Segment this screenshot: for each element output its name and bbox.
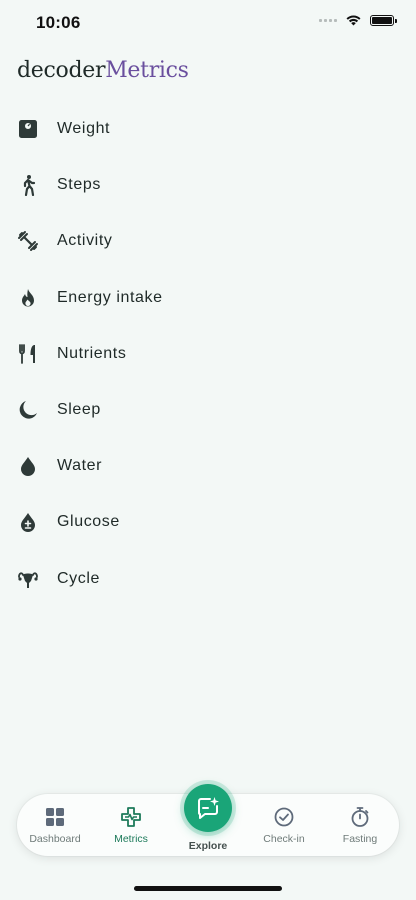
battery-icon bbox=[370, 14, 397, 26]
metric-label: Water bbox=[57, 457, 103, 475]
metric-item-water[interactable]: Water bbox=[0, 438, 416, 494]
cellular-signal-icon bbox=[319, 18, 337, 22]
tab-metrics[interactable]: Metrics bbox=[93, 794, 169, 856]
health-cross-icon bbox=[120, 806, 142, 828]
status-time: 10:06 bbox=[36, 13, 81, 32]
check-circle-icon bbox=[273, 806, 295, 828]
metric-label: Steps bbox=[57, 176, 101, 194]
dumbbell-icon bbox=[17, 230, 39, 252]
tab-check-in[interactable]: Check-in bbox=[246, 794, 322, 856]
scale-icon bbox=[17, 118, 39, 140]
metric-item-activity[interactable]: Activity bbox=[0, 213, 416, 269]
metric-list: Weight Steps Activity Energy intake Nutr… bbox=[0, 101, 416, 607]
chat-sparkle-icon bbox=[198, 797, 219, 819]
metric-item-glucose[interactable]: Glucose bbox=[0, 494, 416, 550]
app-logo: decoderMetrics bbox=[17, 58, 189, 83]
metric-label: Cycle bbox=[57, 569, 101, 587]
metric-label: Energy intake bbox=[57, 288, 163, 306]
tab-label: Metrics bbox=[114, 833, 148, 845]
metric-label: Glucose bbox=[57, 513, 120, 531]
metric-label: Sleep bbox=[57, 401, 101, 419]
stopwatch-icon bbox=[349, 806, 371, 828]
metric-label: Activity bbox=[57, 232, 113, 250]
water-drop-icon bbox=[17, 455, 39, 477]
metric-item-sleep[interactable]: Sleep bbox=[0, 382, 416, 438]
flame-icon bbox=[17, 287, 39, 309]
tab-label: Fasting bbox=[342, 833, 378, 845]
walking-icon bbox=[17, 174, 39, 197]
uterus-icon bbox=[17, 568, 39, 590]
logo-part-metrics: Metrics bbox=[105, 58, 189, 83]
glucose-drop-icon bbox=[17, 511, 39, 533]
fork-knife-icon bbox=[17, 343, 39, 365]
logo-part-decoder: decoder bbox=[17, 58, 106, 83]
metric-item-nutrients[interactable]: Nutrients bbox=[0, 326, 416, 382]
metric-label: Weight bbox=[57, 120, 111, 138]
status-bar: 10:06 bbox=[0, 0, 416, 46]
metric-item-weight[interactable]: Weight bbox=[0, 101, 416, 157]
metric-item-cycle[interactable]: Cycle bbox=[0, 551, 416, 607]
tab-fasting[interactable]: Fasting bbox=[322, 794, 398, 856]
tab-label-explore[interactable]: Explore bbox=[176, 840, 240, 852]
moon-icon bbox=[17, 399, 39, 421]
explore-button[interactable] bbox=[184, 784, 232, 832]
tab-label: Dashboard bbox=[29, 833, 81, 845]
status-icons bbox=[319, 14, 397, 26]
metric-label: Nutrients bbox=[57, 344, 127, 362]
tab-dashboard[interactable]: Dashboard bbox=[17, 794, 93, 856]
metric-item-energy-intake[interactable]: Energy intake bbox=[0, 270, 416, 326]
grid-icon bbox=[44, 806, 66, 828]
tab-label: Check-in bbox=[263, 833, 305, 845]
wifi-icon bbox=[346, 15, 361, 26]
metric-item-steps[interactable]: Steps bbox=[0, 157, 416, 213]
home-indicator bbox=[134, 886, 282, 891]
